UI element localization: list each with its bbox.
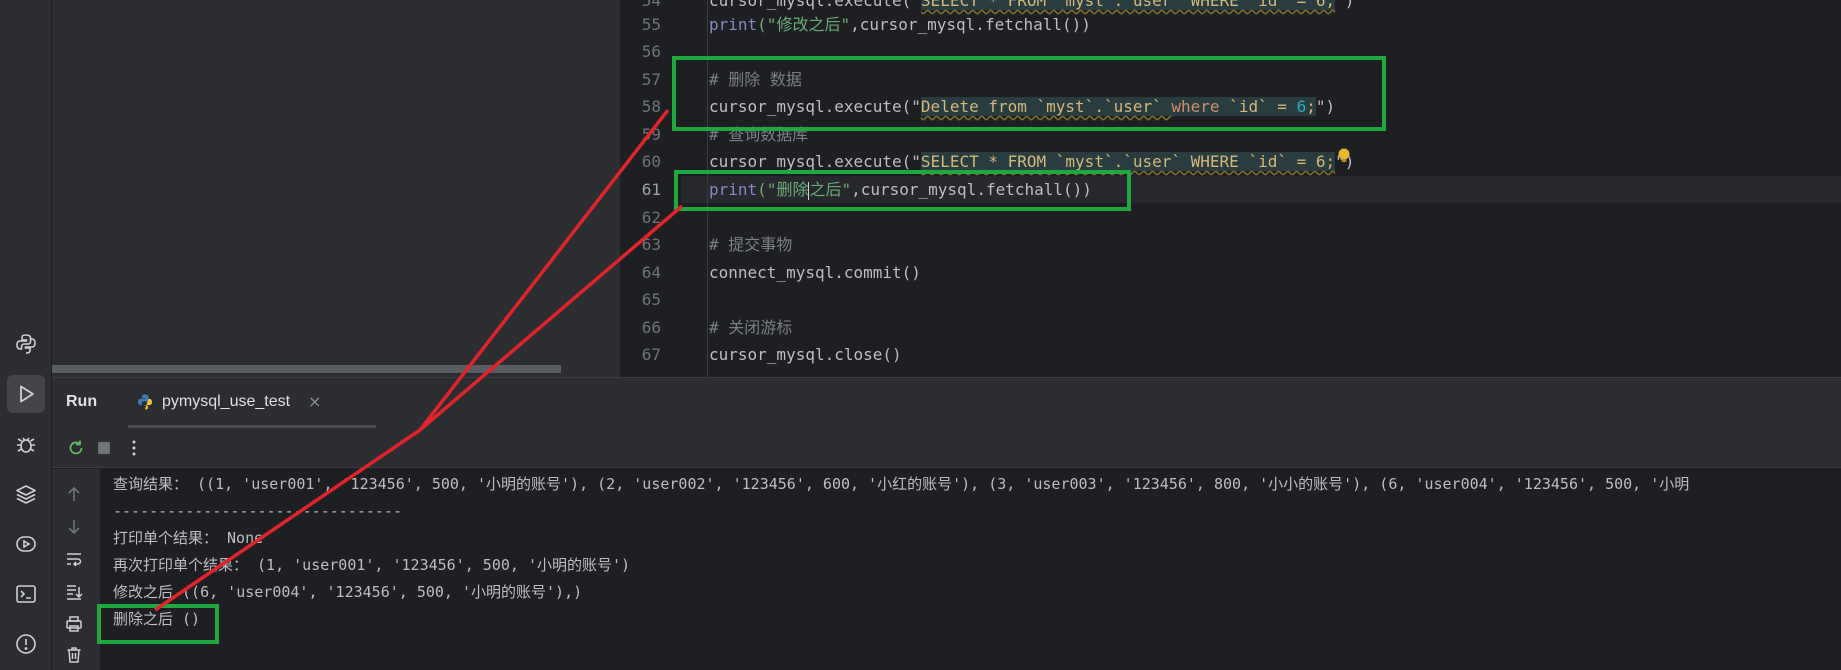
code-line-57[interactable]: # 删除 数据 [709,66,802,93]
debug-icon[interactable] [7,425,45,463]
print-icon[interactable] [62,613,86,635]
more-options-icon[interactable] [122,436,146,460]
code-line-60[interactable]: cursor_mysql.execute("SELECT * FROM `mys… [709,148,1354,175]
code-line-63[interactable]: # 提交事物 [709,231,792,258]
trash-icon[interactable] [62,644,86,666]
line-number: 62 [641,208,661,227]
run-icon[interactable] [7,375,45,413]
tool-window-strip [0,0,52,670]
code-line-55[interactable]: print("修改之后",cursor_mysql.fetchall()) [709,11,1091,38]
scroll-to-end-icon[interactable] [62,581,86,603]
terminal-icon[interactable] [7,575,45,613]
code-line-67[interactable]: cursor_mysql.close() [709,341,902,368]
line-number: 59 [641,125,661,144]
layers-icon[interactable] [7,475,45,513]
console-line: 修改之后 ((6, 'user004', '123456', 500, '小明的… [113,583,583,601]
line-number: 57 [641,70,661,89]
line-number-gutter: 54 55 56 57 58 59 60 61 62 63 64 65 66 6… [621,0,681,377]
run-toolbar [52,428,1841,468]
line-number-current: 61 [641,180,661,199]
services-icon[interactable] [7,525,45,563]
line-number: 67 [641,345,661,364]
console-line: 再次打印单个结果： (1, 'user001', '123456', 500, … [113,556,631,574]
python-console-icon[interactable] [7,325,45,363]
run-title: Run [66,393,98,410]
indent-guide [707,0,708,377]
scroll-up-icon[interactable] [62,483,86,505]
project-panel [52,0,621,377]
line-number: 66 [641,318,661,337]
code-line-66[interactable]: # 关闭游标 [709,314,792,341]
code-editor[interactable]: 54 55 56 57 58 59 60 61 62 63 64 65 66 6… [621,0,1841,377]
line-number: 64 [641,263,661,282]
line-number: 58 [641,97,661,116]
run-tool-window: Run pymysql_use_test × 查询结果： ((1, 'user0… [52,377,1841,670]
console-side-toolbar [52,469,100,670]
line-number: 60 [641,152,661,171]
soft-wrap-icon[interactable] [62,548,86,570]
code-line-59[interactable]: # 查询数据库 [709,121,808,148]
code-line-64[interactable]: connect_mysql.commit() [709,259,921,286]
run-tab-label: pymysql_use_test [162,392,291,410]
stop-icon[interactable] [92,436,116,460]
line-number: 56 [641,42,661,61]
line-number: 55 [641,15,661,34]
console-line: 查询结果： ((1, 'user001', '123456', 500, '小明… [113,475,1690,493]
code-line-58[interactable]: cursor_mysql.execute("Delete from `myst`… [709,93,1335,120]
run-tab-pymysql-use-test[interactable]: pymysql_use_test × [128,378,376,428]
run-header: Run pymysql_use_test × [52,378,1841,428]
python-file-icon [138,394,152,409]
rerun-icon[interactable] [64,436,88,460]
console-line: 删除之后 () [113,610,201,628]
code-line-61[interactable]: print("删除之后",cursor_mysql.fetchall()) [709,176,1092,203]
scroll-down-icon[interactable] [62,516,86,538]
close-tab-icon[interactable]: × [308,392,321,411]
problems-icon[interactable] [7,625,45,663]
line-number: 65 [641,290,661,309]
line-number: 63 [641,235,661,254]
console-line: 打印单个结果： None [113,529,264,547]
console-line: -------------------------------- [113,502,402,520]
lightbulb-icon[interactable] [1337,148,1351,164]
horizontal-scrollbar[interactable] [52,365,561,373]
